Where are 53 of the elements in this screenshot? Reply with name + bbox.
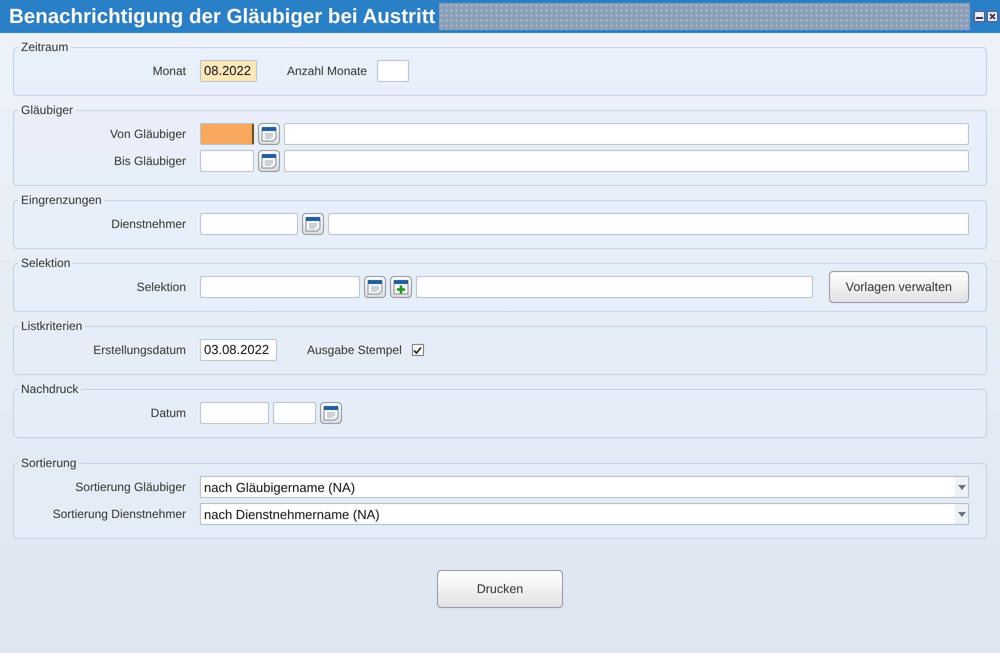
field-label: Bis Gläubiger	[112, 154, 187, 168]
section-legend: Gläubiger	[18, 103, 76, 117]
field-label: Sortierung Dienstnehmer	[52, 507, 187, 521]
lookup-button[interactable]	[364, 276, 386, 298]
input-field[interactable]	[377, 60, 410, 82]
notepad-icon	[260, 125, 278, 143]
section-legend: Listkriterien	[18, 319, 86, 333]
input-field[interactable]	[200, 213, 298, 235]
field-label: Datum	[150, 406, 187, 420]
notepad-icon	[322, 404, 340, 422]
dropdown[interactable]: nach Gläubigername (NA)	[200, 476, 969, 498]
input-field[interactable]: 03.08.2022	[200, 339, 277, 361]
field-label: Von Gläubiger	[108, 127, 187, 141]
input-field[interactable]	[284, 123, 969, 145]
input-field[interactable]	[284, 150, 969, 172]
checkbox[interactable]	[412, 344, 424, 356]
minimize-icon[interactable]	[974, 11, 985, 22]
field-label: Ausgabe Stempel	[307, 343, 402, 357]
print-button[interactable]: Drucken	[437, 570, 563, 608]
input-field[interactable]	[200, 150, 254, 172]
section-legend: Sortierung	[18, 456, 80, 470]
notepad-plus-icon	[392, 278, 410, 296]
lookup-button[interactable]	[302, 213, 324, 235]
input-field[interactable]	[200, 123, 254, 145]
input-field[interactable]	[273, 402, 316, 424]
notepad-icon	[304, 215, 322, 233]
manage-templates-button[interactable]: Vorlagen verwalten	[828, 271, 969, 303]
section-legend: Selektion	[18, 256, 74, 270]
notepad-icon	[366, 278, 384, 296]
field-label: Monat	[152, 64, 187, 78]
section-legend: Eingrenzungen	[18, 193, 105, 207]
section-legend: Zeitraum	[18, 40, 72, 54]
caret-icon	[958, 512, 966, 516]
window-title: Benachrichtigung der Gläubiger bei Austritt	[9, 4, 436, 28]
field-label: Dienstnehmer	[110, 217, 187, 231]
lookup-button[interactable]	[320, 402, 342, 424]
input-field[interactable]	[416, 276, 813, 298]
section-legend: Nachdruck	[18, 382, 82, 396]
caret-icon	[958, 484, 966, 490]
input-field[interactable]: 08.2022	[200, 60, 257, 82]
field-label: Sortierung Gläubiger	[74, 480, 187, 494]
field-label: Erstellungsdatum	[92, 343, 187, 357]
close-icon[interactable]	[987, 11, 998, 22]
input-field[interactable]	[200, 276, 360, 298]
lookup-button[interactable]	[258, 123, 280, 145]
add-button[interactable]	[390, 276, 412, 298]
notepad-icon	[260, 152, 278, 170]
input-field[interactable]	[328, 213, 969, 235]
input-field[interactable]	[200, 402, 269, 424]
lookup-button[interactable]	[258, 150, 280, 172]
field-label: Anzahl Monate	[287, 64, 368, 78]
field-label: Selektion	[136, 280, 187, 294]
dropdown[interactable]: nach Dienstnehmername (NA)	[200, 503, 969, 525]
